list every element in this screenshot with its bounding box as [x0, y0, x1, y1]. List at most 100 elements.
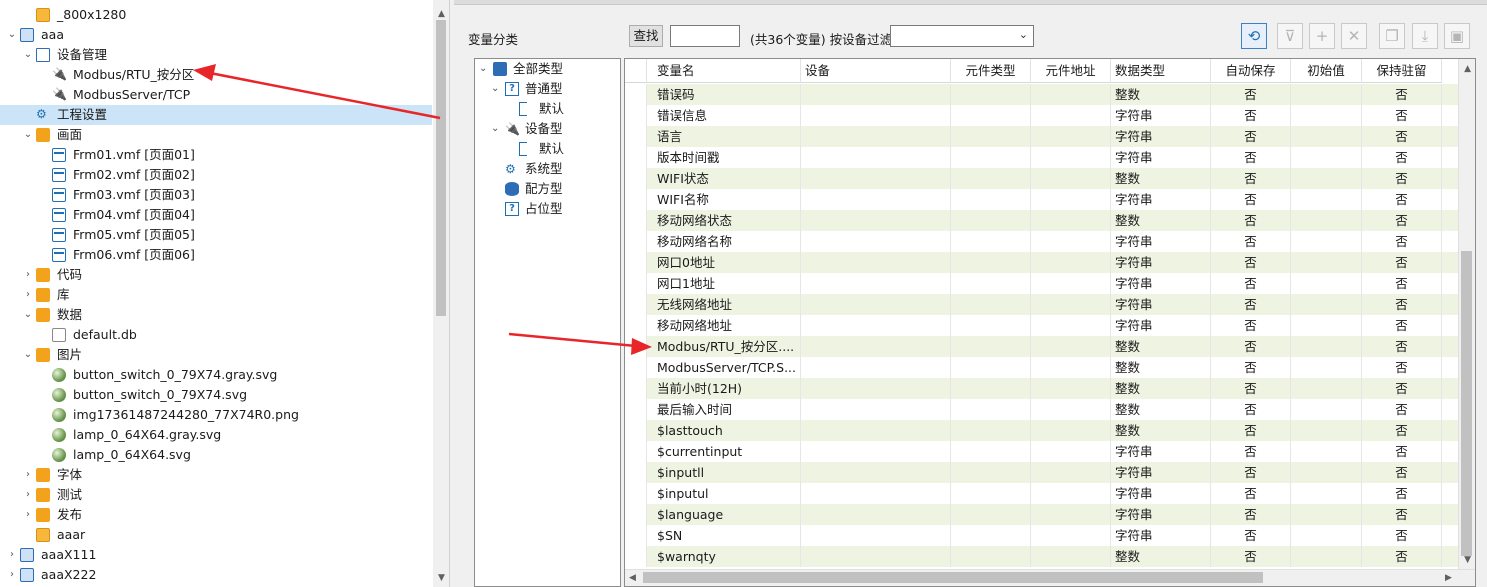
cell-init[interactable]	[1291, 294, 1362, 315]
tree-item[interactable]: button_switch_0_79X74.svg	[0, 385, 432, 405]
cell-autosave[interactable]: 否	[1211, 189, 1291, 210]
cell-device[interactable]	[801, 210, 951, 231]
cell-keep[interactable]: 否	[1362, 420, 1442, 441]
column-header[interactable]: 自动保存	[1211, 59, 1291, 83]
tree-item[interactable]: ⌄ 数据	[0, 305, 432, 325]
cell-device[interactable]	[801, 546, 951, 567]
chevron-down-icon[interactable]: ⌄	[22, 345, 34, 365]
table-row[interactable]: ModbusServer/TCP.S... 整数否否	[625, 357, 1459, 378]
chevron-down-icon[interactable]: ⌄	[22, 45, 34, 65]
cell-init[interactable]	[1291, 126, 1362, 147]
row-header[interactable]	[625, 210, 647, 231]
cell-type[interactable]	[951, 504, 1031, 525]
cell-name[interactable]: WIFI状态	[647, 168, 801, 189]
cell-dtype[interactable]: 字符串	[1111, 483, 1211, 504]
category-item[interactable]: 默认	[475, 99, 620, 119]
row-header[interactable]	[625, 378, 647, 399]
cell-dtype[interactable]: 字符串	[1111, 189, 1211, 210]
cell-type[interactable]	[951, 84, 1031, 105]
chevron-right-icon[interactable]: ›	[22, 485, 34, 505]
cell-keep[interactable]: 否	[1362, 231, 1442, 252]
tree-item[interactable]: ⌄ aaa	[0, 25, 432, 45]
cell-autosave[interactable]: 否	[1211, 378, 1291, 399]
cell-type[interactable]	[951, 210, 1031, 231]
cell-init[interactable]	[1291, 546, 1362, 567]
cell-type[interactable]	[951, 315, 1031, 336]
table-row[interactable]: 移动网络状态 整数否否	[625, 210, 1459, 231]
cell-dtype[interactable]: 整数	[1111, 420, 1211, 441]
cell-device[interactable]	[801, 336, 951, 357]
copy-button[interactable]: ❐	[1379, 23, 1405, 49]
chevron-down-icon[interactable]: ⌄	[491, 79, 501, 99]
cell-name[interactable]: 版本时间戳	[647, 147, 801, 168]
cell-dtype[interactable]: 字符串	[1111, 126, 1211, 147]
chevron-down-icon[interactable]: ⌄	[479, 59, 489, 79]
tree-item[interactable]: Frm02.vmf [页面02]	[0, 165, 432, 185]
chevron-down-icon[interactable]: ⌄	[22, 125, 34, 145]
table-row[interactable]: 网口0地址 字符串否否	[625, 252, 1459, 273]
cell-addr[interactable]	[1031, 504, 1111, 525]
chevron-right-icon[interactable]: ›	[22, 465, 34, 485]
device-filter-select[interactable]: ⌄	[890, 25, 1034, 47]
cell-keep[interactable]: 否	[1362, 315, 1442, 336]
row-header[interactable]	[625, 525, 647, 546]
tree-item[interactable]: › 字体	[0, 465, 432, 485]
table-vertical-scroll-thumb[interactable]	[1461, 251, 1472, 556]
cell-name[interactable]: $inputll	[647, 462, 801, 483]
tree-item[interactable]: › 测试	[0, 485, 432, 505]
cell-type[interactable]	[951, 546, 1031, 567]
tree-item[interactable]: Frm01.vmf [页面01]	[0, 145, 432, 165]
cell-name[interactable]: 网口1地址	[647, 273, 801, 294]
tree-scroll-up-icon[interactable]: ▲	[436, 9, 447, 19]
cell-autosave[interactable]: 否	[1211, 420, 1291, 441]
cell-device[interactable]	[801, 294, 951, 315]
cell-init[interactable]	[1291, 273, 1362, 294]
cell-device[interactable]	[801, 147, 951, 168]
table-row[interactable]: 移动网络名称 字符串否否	[625, 231, 1459, 252]
cell-addr[interactable]	[1031, 441, 1111, 462]
cell-dtype[interactable]: 字符串	[1111, 294, 1211, 315]
cell-autosave[interactable]: 否	[1211, 546, 1291, 567]
cell-name[interactable]: 无线网络地址	[647, 294, 801, 315]
cell-autosave[interactable]: 否	[1211, 525, 1291, 546]
cell-init[interactable]	[1291, 357, 1362, 378]
cell-keep[interactable]: 否	[1362, 126, 1442, 147]
cell-addr[interactable]	[1031, 483, 1111, 504]
category-tree[interactable]: ⌄ 全部类型 ⌄? 普通型 默认 ⌄ 🔌 设备型 默认 ⚙ 系统型 配方型? 占位型	[474, 58, 621, 587]
cell-device[interactable]	[801, 378, 951, 399]
cell-type[interactable]	[951, 378, 1031, 399]
table-row[interactable]: $language 字符串否否	[625, 504, 1459, 525]
row-header[interactable]	[625, 84, 647, 105]
cell-addr[interactable]	[1031, 168, 1111, 189]
cell-type[interactable]	[951, 105, 1031, 126]
tree-item[interactable]: ⌄ 图片	[0, 345, 432, 365]
variables-table[interactable]: 变量名 设备 元件类型 元件地址 数据类型 自动保存 初始值 保持驻留 错误码 整数否否错误信息…	[624, 58, 1476, 587]
cell-addr[interactable]	[1031, 84, 1111, 105]
tree-item[interactable]: Frm05.vmf [页面05]	[0, 225, 432, 245]
row-header[interactable]	[625, 357, 647, 378]
cell-autosave[interactable]: 否	[1211, 504, 1291, 525]
cell-device[interactable]	[801, 441, 951, 462]
cell-keep[interactable]: 否	[1362, 483, 1442, 504]
cell-keep[interactable]: 否	[1362, 336, 1442, 357]
cell-init[interactable]	[1291, 105, 1362, 126]
table-row[interactable]: 语言 字符串否否	[625, 126, 1459, 147]
cell-name[interactable]: $lasttouch	[647, 420, 801, 441]
cell-name[interactable]: 网口0地址	[647, 252, 801, 273]
chevron-right-icon[interactable]: ›	[22, 285, 34, 305]
import-button[interactable]: ⤓	[1412, 23, 1438, 49]
cell-autosave[interactable]: 否	[1211, 147, 1291, 168]
table-row[interactable]: $inputll 字符串否否	[625, 462, 1459, 483]
cell-dtype[interactable]: 字符串	[1111, 273, 1211, 294]
cell-device[interactable]	[801, 357, 951, 378]
cell-init[interactable]	[1291, 525, 1362, 546]
cell-dtype[interactable]: 整数	[1111, 210, 1211, 231]
find-input[interactable]	[670, 25, 740, 47]
cell-type[interactable]	[951, 168, 1031, 189]
cell-name[interactable]: 当前小时(12H)	[647, 378, 801, 399]
cell-addr[interactable]	[1031, 294, 1111, 315]
table-row[interactable]: $lasttouch 整数否否	[625, 420, 1459, 441]
cell-device[interactable]	[801, 315, 951, 336]
cell-keep[interactable]: 否	[1362, 84, 1442, 105]
cell-keep[interactable]: 否	[1362, 294, 1442, 315]
